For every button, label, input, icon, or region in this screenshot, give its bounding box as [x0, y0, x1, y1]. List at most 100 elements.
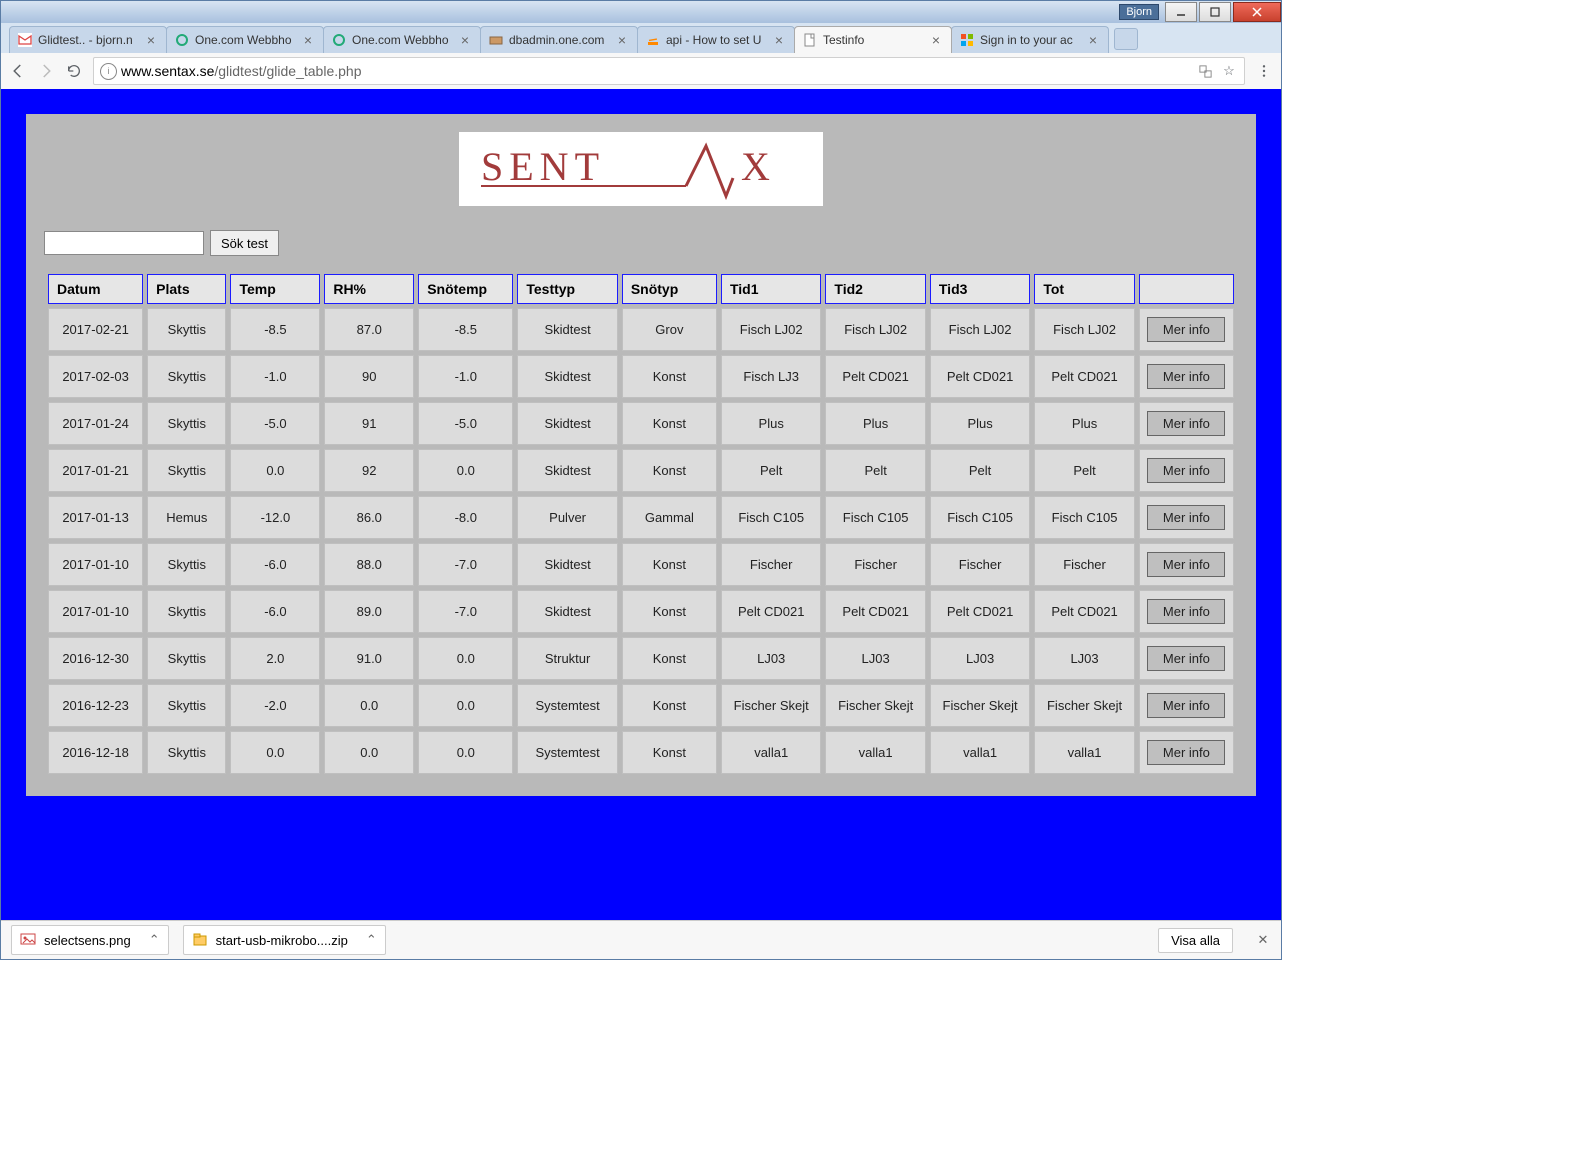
logo-text: SENT: [481, 144, 605, 189]
window-minimize-button[interactable]: [1165, 2, 1197, 22]
cell-tot: Fischer Skejt: [1034, 684, 1134, 727]
bookmark-star-icon[interactable]: ☆: [1220, 62, 1238, 80]
cell-t1: Fisch C105: [721, 496, 821, 539]
tab-close-icon[interactable]: ×: [144, 33, 158, 47]
cell-t1: valla1: [721, 731, 821, 774]
download-item-1[interactable]: start-usb-mikrobo....zip⌃: [183, 925, 386, 955]
cell-datum: 2016-12-30: [48, 637, 143, 680]
cell-t3: Plus: [930, 402, 1030, 445]
more-info-button[interactable]: Mer info: [1147, 599, 1225, 624]
tab-close-icon[interactable]: ×: [458, 33, 472, 47]
cell-rh: 88.0: [324, 543, 414, 586]
tab-4[interactable]: api - How to set U ×: [637, 26, 795, 53]
cell-datum: 2017-02-21: [48, 308, 143, 351]
cell-datum: 2017-02-03: [48, 355, 143, 398]
tab-close-icon[interactable]: ×: [301, 33, 315, 47]
cell-tot: Pelt CD021: [1034, 590, 1134, 633]
tab-2[interactable]: One.com Webbho×: [323, 26, 481, 53]
show-all-downloads-button[interactable]: Visa alla: [1158, 928, 1233, 953]
cell-t2: Fisch LJ02: [825, 308, 925, 351]
cell-snotyp: Konst: [622, 355, 717, 398]
table-row: 2017-02-03Skyttis-1.090-1.0SkidtestKonst…: [48, 355, 1234, 398]
page-viewport: SENT X Sök test DatumPlatsTempRH%Snötemp…: [1, 89, 1281, 920]
tab-favicon-icon: [18, 33, 32, 47]
window-maximize-button[interactable]: [1199, 2, 1231, 22]
menu-button[interactable]: [1255, 62, 1273, 80]
cell-t3: Fisch LJ02: [930, 308, 1030, 351]
user-badge[interactable]: Bjorn: [1119, 4, 1159, 20]
logo-wrap: SENT X: [44, 132, 1238, 206]
table-row: 2017-01-21Skyttis0.0920.0SkidtestKonstPe…: [48, 449, 1234, 492]
cell-snotemp: -7.0: [418, 590, 513, 633]
tab-6[interactable]: Sign in to your ac×: [951, 26, 1109, 53]
tab-1[interactable]: One.com Webbho ×: [166, 26, 324, 53]
cell-snotemp: -7.0: [418, 543, 513, 586]
col-header-10: Tot: [1034, 274, 1134, 304]
tab-3[interactable]: dbadmin.one.com×: [480, 26, 638, 53]
content-panel: SENT X Sök test DatumPlatsTempRH%Snötemp…: [26, 114, 1256, 796]
cell-t3: Pelt: [930, 449, 1030, 492]
search-button[interactable]: Sök test: [210, 230, 279, 256]
more-info-button[interactable]: Mer info: [1147, 317, 1225, 342]
cell-datum: 2017-01-21: [48, 449, 143, 492]
cell-t2: Fisch C105: [825, 496, 925, 539]
more-info-button[interactable]: Mer info: [1147, 740, 1225, 765]
address-bar: i www.sentax.se/glidtest/glide_table.php…: [1, 53, 1281, 90]
more-info-button[interactable]: Mer info: [1147, 693, 1225, 718]
cell-testtyp: Skidtest: [517, 308, 617, 351]
cell-t3: Pelt CD021: [930, 355, 1030, 398]
tab-close-icon[interactable]: ×: [772, 33, 786, 47]
cell-action: Mer info: [1139, 355, 1234, 398]
cell-snotyp: Gammal: [622, 496, 717, 539]
cell-snotemp: 0.0: [418, 637, 513, 680]
more-info-button[interactable]: Mer info: [1147, 364, 1225, 389]
cell-temp: -1.0: [230, 355, 320, 398]
omnibox[interactable]: i www.sentax.se/glidtest/glide_table.php…: [93, 57, 1245, 85]
tab-close-icon[interactable]: ×: [929, 33, 943, 47]
tab-label: One.com Webbho: [195, 33, 295, 47]
more-info-button[interactable]: Mer info: [1147, 505, 1225, 530]
tab-0[interactable]: Glidtest.. - bjorn.n×: [9, 26, 167, 53]
more-info-button[interactable]: Mer info: [1147, 411, 1225, 436]
reload-button[interactable]: [65, 62, 83, 80]
cell-snotyp: Konst: [622, 684, 717, 727]
table-row: 2017-01-10Skyttis-6.089.0-7.0SkidtestKon…: [48, 590, 1234, 633]
more-info-button[interactable]: Mer info: [1147, 552, 1225, 577]
col-header-7: Tid1: [721, 274, 821, 304]
cell-rh: 90: [324, 355, 414, 398]
cell-testtyp: Struktur: [517, 637, 617, 680]
cell-testtyp: Skidtest: [517, 355, 617, 398]
back-button[interactable]: [9, 62, 27, 80]
cell-t3: Fischer Skejt: [930, 684, 1030, 727]
cell-rh: 91: [324, 402, 414, 445]
chevron-up-icon[interactable]: ⌃: [149, 932, 160, 948]
new-tab-button[interactable]: [1114, 28, 1138, 50]
table-row: 2017-01-13Hemus-12.086.0-8.0PulverGammal…: [48, 496, 1234, 539]
more-info-button[interactable]: Mer info: [1147, 458, 1225, 483]
translate-icon[interactable]: [1196, 62, 1214, 80]
col-header-1: Plats: [147, 274, 226, 304]
more-info-button[interactable]: Mer info: [1147, 646, 1225, 671]
cell-datum: 2016-12-23: [48, 684, 143, 727]
cell-action: Mer info: [1139, 731, 1234, 774]
tab-5[interactable]: Testinfo×: [794, 26, 952, 53]
search-input[interactable]: [44, 231, 204, 255]
tab-close-icon[interactable]: ×: [615, 33, 629, 47]
close-download-shelf-button[interactable]: ✕: [1255, 932, 1271, 948]
cell-plats: Skyttis: [147, 590, 226, 633]
cell-t1: LJ03: [721, 637, 821, 680]
table-row: 2016-12-18Skyttis0.00.00.0SystemtestKons…: [48, 731, 1234, 774]
tab-close-icon[interactable]: ×: [1086, 33, 1100, 47]
cell-temp: 0.0: [230, 449, 320, 492]
cell-t1: Pelt: [721, 449, 821, 492]
forward-button[interactable]: [37, 62, 55, 80]
cell-action: Mer info: [1139, 543, 1234, 586]
window-close-button[interactable]: [1233, 2, 1281, 22]
download-item-0[interactable]: selectsens.png⌃: [11, 925, 169, 955]
chevron-up-icon[interactable]: ⌃: [366, 932, 377, 948]
table-row: 2016-12-30Skyttis2.091.00.0StrukturKonst…: [48, 637, 1234, 680]
cell-plats: Skyttis: [147, 731, 226, 774]
cell-t1: Fisch LJ3: [721, 355, 821, 398]
site-info-icon[interactable]: i: [100, 63, 117, 80]
tab-label: api - How to set U: [666, 33, 766, 47]
